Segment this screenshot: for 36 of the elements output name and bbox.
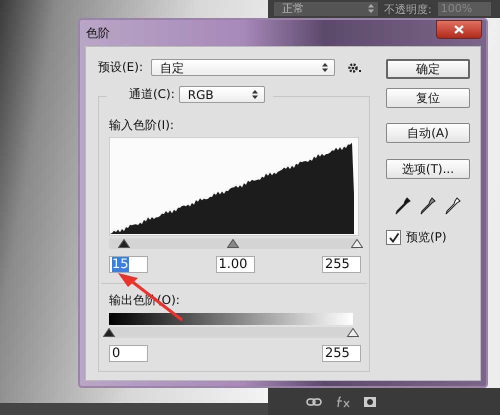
updown-arrows-icon — [368, 4, 374, 13]
fx-icon[interactable] — [336, 396, 350, 408]
dialog-button[interactable]: 选项(T)... — [386, 159, 470, 179]
preset-dropdown[interactable]: 自定 — [151, 59, 335, 76]
input-field[interactable]: 255 — [322, 256, 361, 273]
updown-arrows-icon — [252, 90, 258, 99]
channel-dropdown[interactable]: RGB — [178, 86, 265, 103]
input-field[interactable]: 15 — [109, 256, 148, 273]
channel-label: 通道(C): — [129, 86, 175, 103]
mask-icon[interactable] — [364, 396, 376, 406]
window-title: 色阶 — [86, 24, 110, 42]
opacity-label: 不透明度: — [384, 2, 432, 16]
blend-mode-dropdown[interactable]: 正常 — [274, 2, 378, 16]
slider-thumb[interactable] — [347, 328, 359, 337]
gear-icon[interactable] — [347, 62, 363, 74]
updown-arrows-icon — [322, 63, 328, 72]
dialog-button[interactable]: 自动(A) — [386, 123, 470, 143]
input-field[interactable]: 1.00 — [216, 256, 254, 273]
eyedropper-icon[interactable] — [445, 197, 462, 215]
preview-label: 预览(P) — [406, 229, 447, 246]
close-button[interactable] — [436, 20, 482, 38]
dialog-button[interactable]: 复位 — [386, 88, 470, 108]
slider-thumb[interactable] — [118, 239, 130, 248]
eyedropper-icon[interactable] — [420, 197, 436, 215]
dialog-button[interactable]: 确定 — [386, 59, 470, 79]
input-levels-label: 输入色阶(I): — [109, 117, 175, 134]
output-field[interactable]: 255 — [322, 345, 361, 362]
slider-thumb[interactable] — [351, 239, 363, 248]
preset-label: 预设(E): — [98, 59, 143, 76]
slider-thumb[interactable] — [227, 239, 239, 248]
slider-thumb[interactable] — [103, 328, 115, 337]
link-icon[interactable] — [306, 396, 322, 406]
close-icon — [454, 24, 464, 34]
output-field[interactable]: 0 — [109, 345, 148, 362]
eyedropper-icon[interactable] — [394, 197, 411, 215]
preview-checkbox[interactable] — [386, 230, 401, 245]
